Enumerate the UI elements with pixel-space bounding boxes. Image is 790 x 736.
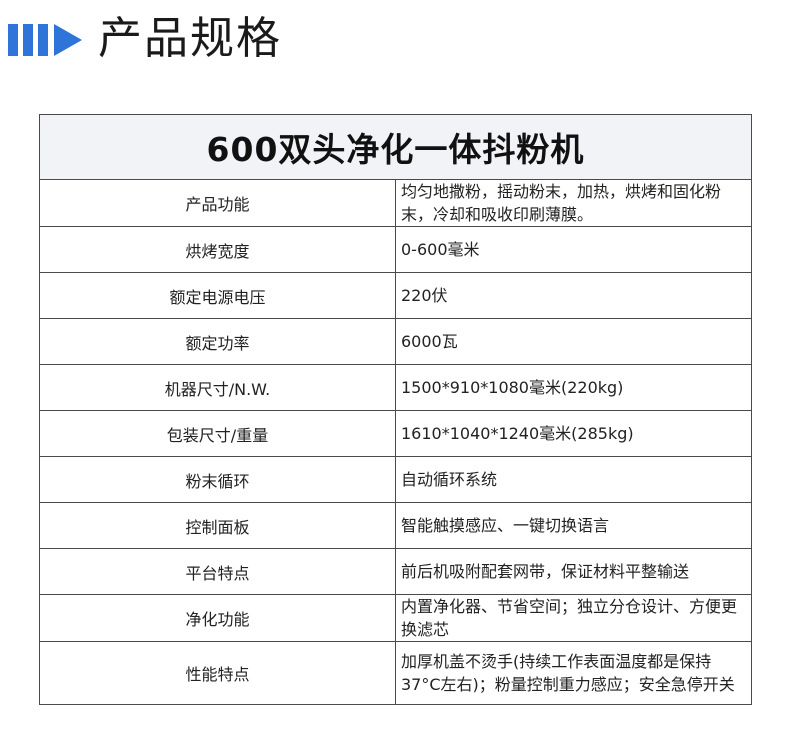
row-label: 粉末循环 [39,456,396,503]
row-value: 加厚机盖不烫手(持续工作表面温度都是保持37°C左右)；粉量控制重力感应；安全急… [395,641,752,705]
table-row: 额定功率 6000瓦 [39,318,752,365]
spec-table: 600双头净化一体抖粉机 产品功能 均匀地撒粉，摇动粉末，加热，烘烤和固化粉末，… [39,114,752,705]
row-value: 自动循环系统 [395,456,752,503]
row-label: 机器尺寸/N.W. [39,364,396,411]
table-row: 机器尺寸/N.W. 1500*910*1080毫米(220kg) [39,364,752,411]
row-label: 性能特点 [39,641,396,705]
row-label: 额定功率 [39,318,396,365]
double-bar-play-icon [8,24,82,56]
row-label: 平台特点 [39,548,396,595]
row-value: 0-600毫米 [395,226,752,273]
row-value: 均匀地撒粉，摇动粉末，加热，烘烤和固化粉末，冷却和吸收印刷薄膜。 [395,179,752,227]
table-row: 额定电源电压 220伏 [39,272,752,319]
row-value: 1610*1040*1240毫米(285kg) [395,410,752,457]
row-value: 6000瓦 [395,318,752,365]
row-label: 控制面板 [39,502,396,549]
section-header: 产品规格 [0,0,790,90]
table-row: 净化功能 内置净化器、节省空间；独立分仓设计、方便更换滤芯 [39,594,752,642]
product-title: 600双头净化一体抖粉机 [39,114,752,180]
table-row: 产品功能 均匀地撒粉，摇动粉末，加热，烘烤和固化粉末，冷却和吸收印刷薄膜。 [39,179,752,227]
row-value: 前后机吸附配套网带，保证材料平整输送 [395,548,752,595]
table-row: 性能特点 加厚机盖不烫手(持续工作表面温度都是保持37°C左右)；粉量控制重力感… [39,641,752,705]
row-label: 产品功能 [39,179,396,227]
row-label: 净化功能 [39,594,396,642]
row-value: 1500*910*1080毫米(220kg) [395,364,752,411]
table-row: 烘烤宽度 0-600毫米 [39,226,752,273]
row-label: 烘烤宽度 [39,226,396,273]
table-row: 包装尺寸/重量 1610*1040*1240毫米(285kg) [39,410,752,457]
row-label: 额定电源电压 [39,272,396,319]
row-value: 220伏 [395,272,752,319]
table-row: 粉末循环 自动循环系统 [39,456,752,503]
page-title: 产品规格 [98,13,282,64]
row-label: 包装尺寸/重量 [39,410,396,457]
table-row: 控制面板 智能触摸感应、一键切换语言 [39,502,752,549]
table-row: 平台特点 前后机吸附配套网带，保证材料平整输送 [39,548,752,595]
row-value: 内置净化器、节省空间；独立分仓设计、方便更换滤芯 [395,594,752,642]
row-value: 智能触摸感应、一键切换语言 [395,502,752,549]
